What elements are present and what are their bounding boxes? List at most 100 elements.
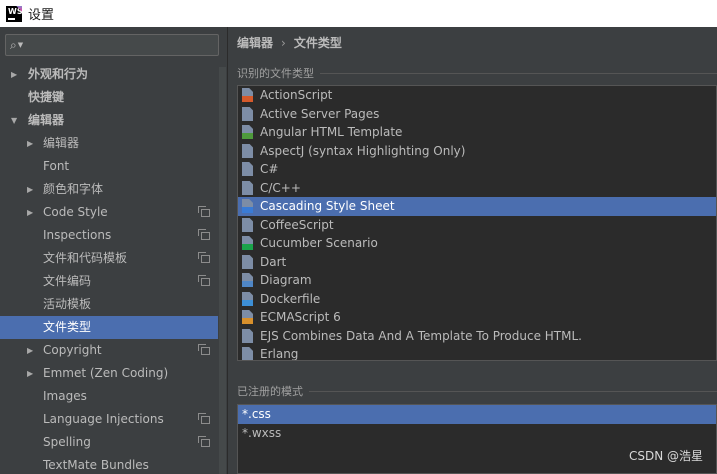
project-scope-icon: [198, 413, 210, 424]
file-badge: [242, 336, 253, 343]
registered-patterns-title: 已注册的模式: [237, 385, 303, 398]
file-type-row[interactable]: Active Server Pages: [238, 105, 716, 124]
file-type-label: C/C++: [260, 180, 301, 195]
sidebar-item[interactable]: 快捷键: [0, 86, 218, 109]
file-type-row[interactable]: AspectJ (syntax Highlighting Only): [238, 142, 716, 161]
sidebar-item[interactable]: 活动模板: [0, 293, 218, 316]
file-type-row[interactable]: Cucumber Scenario: [238, 234, 716, 253]
sidebar-item-label: Font: [43, 159, 70, 173]
ecmascript6-file-icon: [242, 310, 255, 324]
file-type-label: AspectJ (syntax Highlighting Only): [260, 143, 466, 158]
sidebar-scrollbar[interactable]: [219, 67, 226, 474]
registered-patterns-header: 已注册的模式: [237, 383, 717, 399]
file-type-row[interactable]: Diagram: [238, 271, 716, 290]
sidebar-item-label: 编辑器: [28, 113, 65, 127]
file-type-row[interactable]: EJS Combines Data And A Template To Prod…: [238, 327, 716, 346]
cpp-file-icon: [242, 180, 255, 195]
sidebar-item[interactable]: ▶ Code Style: [0, 201, 218, 224]
file-type-row[interactable]: Angular HTML Template: [238, 123, 716, 142]
file-type-label: Active Server Pages: [260, 106, 380, 121]
sidebar-item-label: Inspections: [43, 228, 112, 242]
file-type-row[interactable]: Dockerfile: [238, 290, 716, 309]
file-badge: [242, 262, 253, 269]
chevron-right-icon[interactable]: ▶: [27, 201, 33, 224]
file-badge: [242, 96, 253, 102]
chevron-right-icon[interactable]: ▶: [27, 178, 33, 201]
file-type-label: ActionScript: [260, 88, 333, 102]
chevron-down-icon[interactable]: ▼: [18, 41, 23, 49]
sidebar-item[interactable]: ▶ 编辑器: [0, 132, 218, 155]
sidebar-item-label: Language Injections: [43, 412, 164, 426]
chevron-right-icon[interactable]: ▶: [11, 63, 17, 86]
chevron-right-icon[interactable]: ▶: [27, 362, 33, 385]
file-type-row[interactable]: C#: [238, 160, 716, 179]
pattern-row[interactable]: *.css: [238, 405, 716, 424]
file-type-row[interactable]: ECMAScript 6: [238, 308, 716, 327]
file-badge: [242, 207, 253, 213]
sidebar-item-label: Copyright: [43, 343, 102, 357]
sidebar-item[interactable]: Font: [0, 155, 218, 178]
diagram-icon: [242, 273, 255, 287]
file-type-label: Dart: [260, 254, 287, 269]
sidebar-item[interactable]: Spelling: [0, 431, 218, 454]
file-type-row[interactable]: ActionScript: [238, 86, 716, 105]
dockerfile-icon: [242, 291, 255, 306]
sidebar-item-label: Spelling: [43, 435, 91, 449]
recognized-file-types-header: 识别的文件类型: [237, 65, 717, 81]
sidebar-item[interactable]: 文件和代码模板: [0, 247, 218, 270]
file-badge: [242, 355, 253, 360]
sidebar-item[interactable]: ▶ Emmet (Zen Coding): [0, 362, 218, 385]
recognized-file-types-list[interactable]: ActionScript Active Server Pages Angular H…: [237, 85, 717, 361]
sidebar-item[interactable]: Language Injections: [0, 408, 218, 431]
file-type-row[interactable]: CoffeeScript: [238, 216, 716, 235]
file-type-row[interactable]: Cascading Style Sheet: [238, 197, 716, 216]
file-type-row[interactable]: Erlang: [238, 345, 716, 360]
sidebar-item-label: 编辑器: [43, 136, 80, 150]
sidebar-item-label: 颜色和字体: [43, 182, 104, 196]
sidebar-item-label: 文件和代码模板: [43, 251, 128, 265]
breadcrumb-editor: 编辑器: [237, 36, 274, 50]
coffeescript-file-icon: [242, 217, 255, 232]
sidebar-item[interactable]: Images: [0, 385, 218, 408]
sidebar-item-label: 快捷键: [28, 90, 65, 104]
webstorm-logo-icon: WS: [6, 5, 22, 22]
sidebar-item-label: 文件类型: [43, 320, 92, 334]
sidebar-item[interactable]: ▶ 外观和行为: [0, 63, 218, 86]
sidebar-item[interactable]: ▼ 编辑器: [0, 109, 218, 132]
css-file-icon: [242, 199, 255, 213]
file-type-label: Cucumber Scenario: [260, 236, 378, 250]
sidebar-item[interactable]: 文件编码: [0, 270, 218, 293]
divider: [320, 72, 717, 74]
chevron-down-icon[interactable]: ▼: [11, 109, 17, 132]
breadcrumb: 编辑器 › 文件类型: [237, 34, 342, 51]
chevron-right-icon[interactable]: ▶: [27, 339, 33, 362]
file-type-row[interactable]: C/C++: [238, 179, 716, 198]
window-title: 设置: [28, 8, 55, 23]
file-badge: [242, 133, 253, 139]
file-type-label: EJS Combines Data And A Template To Prod…: [260, 328, 582, 343]
sidebar-item[interactable]: ▶ 颜色和字体: [0, 178, 218, 201]
sidebar-item[interactable]: TextMate Bundles: [0, 454, 218, 474]
project-scope-icon: [198, 229, 210, 240]
sidebar-item[interactable]: 文件类型: [0, 316, 218, 339]
file-badge: [242, 299, 253, 306]
settings-sidebar: ⌕ ▼ ▶ 外观和行为快捷键 ▼ 编辑器 ▶ 编辑器 Font ▶ 颜色和字体 ▶ Code Sty…: [0, 27, 228, 474]
sidebar-item-label: Emmet (Zen Coding): [43, 366, 169, 380]
project-scope-icon: [198, 436, 210, 447]
sidebar-item[interactable]: Inspections: [0, 224, 218, 247]
cucumber-icon: [242, 236, 255, 250]
pattern-row[interactable]: *.wxss: [238, 424, 716, 443]
asp-file-icon: [242, 106, 255, 121]
search-input[interactable]: ⌕ ▼: [5, 34, 219, 56]
file-type-label: Diagram: [260, 273, 312, 287]
chevron-right-icon[interactable]: ▶: [27, 132, 33, 155]
sidebar-item-label: Images: [43, 389, 87, 403]
file-type-label: CoffeeScript: [260, 217, 334, 232]
file-badge: [242, 318, 253, 324]
dart-file-icon: [242, 254, 255, 269]
breadcrumb-file-types: 文件类型: [293, 36, 342, 50]
file-type-label: ECMAScript 6: [260, 310, 341, 324]
sidebar-item[interactable]: ▶ Copyright: [0, 339, 218, 362]
file-type-row[interactable]: Dart: [238, 253, 716, 272]
file-badge: [242, 188, 253, 195]
